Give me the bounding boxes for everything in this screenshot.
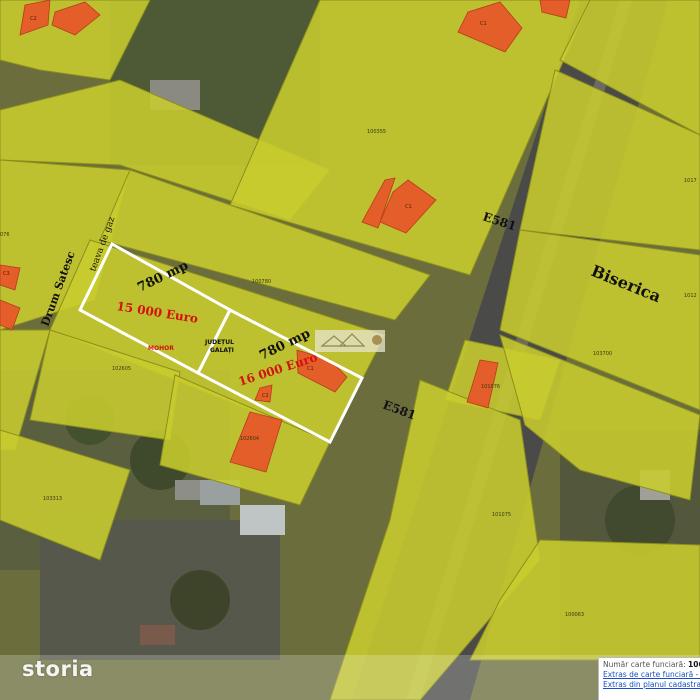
building-id: C1 xyxy=(480,21,487,27)
parcel-id: 076 xyxy=(0,232,10,238)
locality-fragment: MOHOR xyxy=(148,345,174,352)
cadastral-map[interactable]: C2 C1 C1 C1 C2 C3 100355 100780 102605 1… xyxy=(0,0,700,700)
parcel-id: 1017 xyxy=(684,178,697,184)
building-id: C3 xyxy=(3,271,10,277)
parcel-id: 100355 xyxy=(367,129,386,135)
building-id: C2 xyxy=(262,393,269,399)
parcel-id: 103700 xyxy=(593,351,612,357)
parcel-id: 100063 xyxy=(565,612,584,618)
extract-cadastral-plan-link[interactable]: Extras din planul cadastral de o xyxy=(603,680,700,690)
parcel-id: 102604 xyxy=(240,436,259,442)
parcel-id: 101076 xyxy=(481,384,500,390)
agency-logo-watermark xyxy=(315,330,385,352)
county-label-line1: JUDEȚUL xyxy=(204,339,234,346)
building-id: C2 xyxy=(30,16,37,22)
cadastral-number-value: 106903 xyxy=(688,660,700,669)
parcel-id: 102605 xyxy=(112,366,131,372)
bottom-bar xyxy=(0,655,700,700)
parcel-id: 101075 xyxy=(492,512,511,518)
cadastral-info-panel: Număr carte funciară: 106903 Extras de c… xyxy=(598,657,700,700)
county-label-line2: GALAȚI xyxy=(210,347,234,354)
cadastral-number-row: Număr carte funciară: 106903 xyxy=(603,660,700,670)
parcel-id: 1012 xyxy=(684,293,697,299)
parcel-id: 103313 xyxy=(43,496,62,502)
building-id: C1 xyxy=(405,204,412,210)
parcel-id: 100780 xyxy=(252,279,271,285)
cadastral-number-label: Număr carte funciară: xyxy=(603,660,686,669)
storia-watermark: storia xyxy=(22,657,94,681)
extract-land-book-link[interactable]: Extras de carte funciară - ePaym xyxy=(603,670,700,680)
